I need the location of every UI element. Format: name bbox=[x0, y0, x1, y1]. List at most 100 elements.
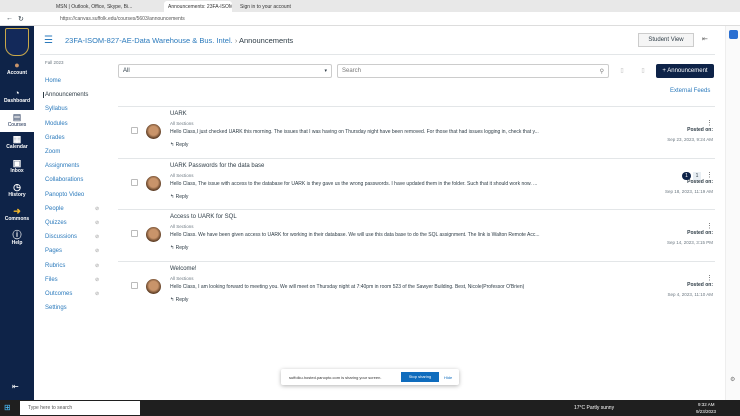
hidden-eye-icon: ⊘ bbox=[95, 234, 100, 241]
course-nav-panopto-video[interactable]: Panopto Video bbox=[45, 192, 84, 198]
course-nav-syllabus[interactable]: Syllabus bbox=[45, 106, 68, 112]
breadcrumb: 23FA-ISOM-827-AE-Data Warehouse & Bus. I… bbox=[65, 36, 293, 45]
windows-start-icon[interactable]: ⊞ bbox=[4, 403, 11, 412]
more-options-icon[interactable]: ⋮ bbox=[706, 119, 713, 127]
hamburger-icon[interactable]: ☰ bbox=[44, 35, 53, 46]
course-nav-outcomes[interactable]: Outcomes ⊘ bbox=[45, 291, 99, 297]
announcement-message: Hello Class. We have been given access t… bbox=[170, 232, 540, 238]
book-icon: ▤ bbox=[12, 112, 22, 122]
clock-time[interactable]: 9:32 AM bbox=[698, 402, 715, 407]
clock-date[interactable]: 9/23/2023 bbox=[696, 409, 716, 414]
author-avatar bbox=[146, 278, 161, 294]
nav-commons[interactable]: ➜ Commons bbox=[0, 206, 34, 222]
posted-date: Sep 23, 2023, 9:24 AM bbox=[667, 137, 713, 142]
nav-account[interactable]: ● Account bbox=[0, 60, 34, 76]
bing-icon[interactable] bbox=[729, 30, 738, 39]
announcement-title[interactable]: Access to UARK for SQL bbox=[170, 214, 237, 220]
course-nav-settings[interactable]: Settings bbox=[45, 305, 67, 311]
reply-button[interactable]: ↰ Reply bbox=[170, 194, 188, 200]
hidden-eye-icon: ⊘ bbox=[95, 248, 100, 255]
sections-label: All Sections bbox=[170, 275, 194, 281]
select-checkbox[interactable] bbox=[131, 281, 138, 289]
announcement-row[interactable]: Welcome! All Sections Hello Class, I am … bbox=[118, 260, 715, 312]
student-view-button[interactable]: Student View bbox=[638, 33, 694, 47]
course-nav-home[interactable]: Home bbox=[45, 78, 61, 84]
hidden-eye-icon: ⊘ bbox=[95, 205, 100, 212]
sections-label: All Sections bbox=[170, 172, 194, 178]
nav-dashboard[interactable]: ◔ Dashboard bbox=[0, 88, 34, 104]
announcement-row[interactable]: Access to UARK for SQL All Sections Hell… bbox=[118, 209, 715, 260]
more-options-icon[interactable]: ⋮ bbox=[706, 171, 713, 179]
stop-sharing-button[interactable]: Stop sharing bbox=[401, 372, 439, 382]
suffolk-logo[interactable] bbox=[5, 28, 29, 56]
reply-button[interactable]: ↰ Reply bbox=[170, 142, 188, 148]
posted-date: Sep 18, 2023, 11:19 AM bbox=[665, 188, 713, 194]
weather[interactable]: 17°C Partly sunny bbox=[574, 405, 614, 411]
announcement-row[interactable]: UARK All Sections Hello Class,I just che… bbox=[118, 106, 715, 157]
back-icon[interactable]: ← bbox=[6, 15, 13, 22]
hide-button[interactable]: Hide bbox=[444, 375, 452, 380]
course-nav-grades[interactable]: Grades bbox=[45, 135, 65, 141]
external-feeds-link[interactable]: External Feeds bbox=[670, 88, 710, 94]
announcement-title[interactable]: UARK bbox=[170, 111, 187, 117]
lock-icon[interactable]: ▯ bbox=[616, 64, 628, 78]
inbox-icon: ▣ bbox=[12, 158, 22, 168]
nav-help[interactable]: ⓘ Help bbox=[0, 230, 34, 246]
announcement-title[interactable]: UARK Passwords for the data base bbox=[170, 163, 264, 169]
course-nav-zoom[interactable]: Zoom bbox=[45, 149, 60, 155]
select-checkbox[interactable] bbox=[131, 230, 138, 237]
add-announcement-button[interactable]: + Announcement bbox=[656, 64, 714, 78]
edge-sidebar: ⚙ bbox=[725, 26, 740, 400]
posted-date: Sep 14, 2023, 3:15 PM bbox=[666, 240, 713, 245]
course-nav-announcements[interactable]: Announcements bbox=[43, 92, 88, 99]
course-nav-discussions[interactable]: Discussions ⊘ bbox=[45, 234, 99, 240]
settings-icon[interactable]: ⚙ bbox=[730, 376, 735, 383]
sections-label: All Sections bbox=[170, 121, 194, 126]
header-divider bbox=[40, 54, 715, 55]
more-options-icon[interactable]: ⋮ bbox=[706, 274, 713, 282]
course-nav-quizzes[interactable]: Quizzes ⊘ bbox=[45, 220, 99, 226]
trash-icon[interactable]: ▯ bbox=[637, 64, 649, 78]
collapse-icon[interactable]: ⇤ bbox=[702, 35, 708, 43]
hidden-eye-icon: ⊘ bbox=[95, 262, 100, 269]
announcement-title[interactable]: Welcome! bbox=[170, 266, 197, 272]
announcement-message: Hello Class, I am looking forward to mee… bbox=[170, 283, 525, 290]
course-nav-pages[interactable]: Pages ⊘ bbox=[45, 248, 99, 254]
course-nav-assignments[interactable]: Assignments bbox=[45, 163, 79, 169]
tab-sign-in[interactable]: Sign in to your account bbox=[236, 1, 316, 12]
search-input[interactable]: Search ⚲ bbox=[337, 64, 609, 78]
reply-button[interactable]: ↰ Reply bbox=[170, 245, 188, 251]
more-options-icon[interactable]: ⋮ bbox=[706, 222, 713, 230]
course-nav-files[interactable]: Files ⊘ bbox=[45, 277, 99, 283]
reply-button[interactable]: ↰ Reply bbox=[170, 297, 188, 303]
browser-tab-bar: MSN | Outlook, Office, Skype, Bi... Anno… bbox=[0, 0, 740, 12]
course-nav-people[interactable]: People ⊘ bbox=[45, 206, 99, 212]
select-checkbox[interactable] bbox=[131, 127, 138, 134]
author-avatar bbox=[146, 227, 161, 242]
nav-inbox[interactable]: ▣ Inbox bbox=[0, 158, 34, 174]
tab-msn[interactable]: MSN | Outlook, Office, Skype, Bi... bbox=[52, 1, 164, 12]
posted-date: Sep 4, 2023, 11:10 AM bbox=[667, 291, 713, 297]
dashboard-icon: ◔ bbox=[14, 88, 20, 98]
commons-icon: ➜ bbox=[13, 206, 21, 216]
nav-calendar[interactable]: ▦ Calendar bbox=[0, 134, 34, 150]
author-avatar bbox=[146, 175, 161, 191]
share-text: suffolku.hosted.panopto.com is sharing y… bbox=[289, 375, 382, 380]
posted-label: Posted on: bbox=[687, 230, 713, 236]
tab-announcements[interactable]: Announcements: 23FA-ISOM-8... bbox=[164, 1, 232, 12]
nav-history[interactable]: ◷ History bbox=[0, 182, 34, 198]
taskbar-search[interactable]: Type here to search bbox=[20, 401, 140, 415]
collapse-nav-icon[interactable]: ⇤ bbox=[12, 382, 19, 391]
course-nav-modules[interactable]: Modules bbox=[45, 121, 68, 127]
calendar-icon: ▦ bbox=[12, 134, 22, 144]
refresh-icon[interactable]: ↻ bbox=[18, 15, 24, 23]
breadcrumb-course[interactable]: 23FA-ISOM-827-AE-Data Warehouse & Bus. I… bbox=[65, 36, 233, 45]
nav-courses[interactable]: ▤ Courses bbox=[0, 110, 34, 132]
announcement-row[interactable]: UARK Passwords for the data base All Sec… bbox=[118, 157, 715, 209]
taskbar: ⊞ Type here to search 17°C Partly sunny … bbox=[0, 400, 740, 416]
filter-select[interactable]: All ▾ bbox=[118, 64, 332, 78]
course-nav-rubrics[interactable]: Rubrics ⊘ bbox=[45, 263, 99, 269]
course-nav-collaborations[interactable]: Collaborations bbox=[45, 177, 83, 183]
url-field[interactable]: https://canvas.suffolk.edu/courses/5603/… bbox=[60, 16, 185, 22]
select-checkbox[interactable] bbox=[131, 178, 138, 186]
